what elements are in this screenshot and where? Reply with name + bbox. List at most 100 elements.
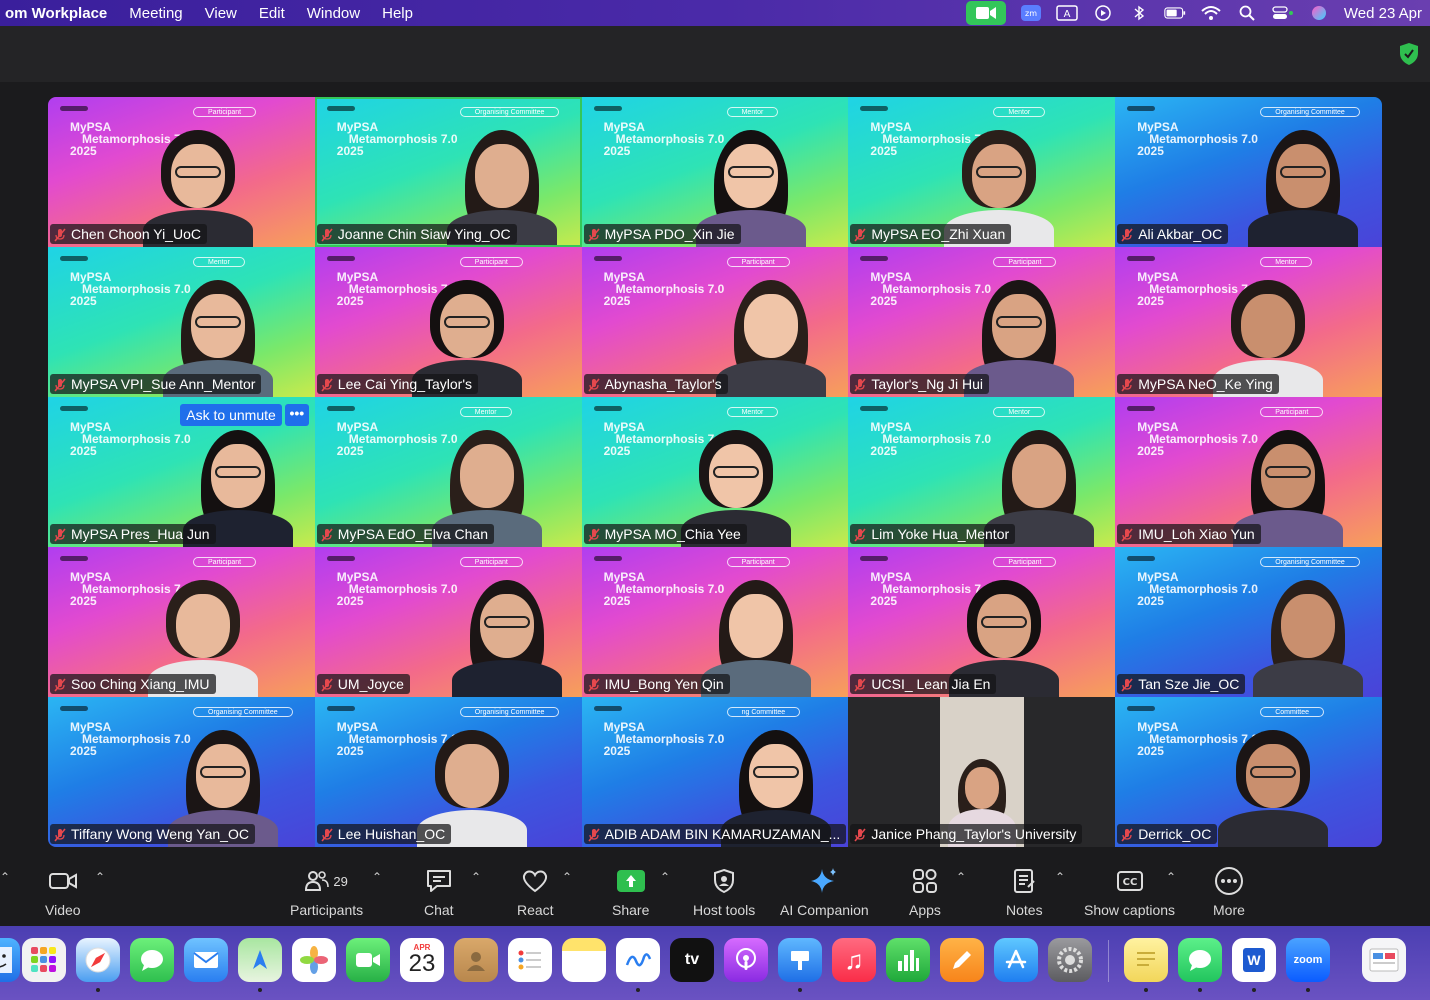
ai-companion-button[interactable]: AI Companion xyxy=(780,864,869,918)
video-tile[interactable]: MyPSA Metamorphosis 7.0 2025 Organising Com… xyxy=(48,697,315,847)
react-options-caret[interactable]: ⌃ xyxy=(562,870,572,884)
encryption-shield-icon[interactable] xyxy=(1398,42,1420,66)
bluetooth-icon[interactable] xyxy=(1128,4,1150,22)
share-button[interactable]: Share xyxy=(612,864,649,918)
host-tools-button[interactable]: Host tools xyxy=(693,864,755,918)
siri-icon[interactable] xyxy=(1308,4,1330,22)
participant-name-label: Tiffany Wong Weng Yan_OC xyxy=(50,824,255,844)
participant-name: Lee Huishan_OC xyxy=(337,826,446,842)
podcasts-icon[interactable] xyxy=(724,938,768,982)
ask-to-unmute-button[interactable]: Ask to unmute xyxy=(180,404,282,426)
participant-body xyxy=(451,660,562,697)
menu-meeting[interactable]: Meeting xyxy=(118,5,193,22)
finder-icon[interactable] xyxy=(0,938,20,982)
video-tile[interactable]: MyPSA Metamorphosis 7.0 2025 Participant Aby… xyxy=(581,247,849,397)
video-options-caret[interactable]: ⌃ xyxy=(95,870,105,884)
video-button[interactable]: Video xyxy=(45,864,81,918)
contacts-icon[interactable] xyxy=(454,938,498,982)
video-tile[interactable]: MyPSA Metamorphosis 7.0 2025 Committee Derri… xyxy=(1115,697,1382,847)
menu-app-name[interactable]: om Workplace xyxy=(0,5,118,22)
tv-icon[interactable]: tv xyxy=(670,938,714,982)
video-tile[interactable]: Janice Phang_Taylor's University xyxy=(848,697,1116,847)
safari-icon[interactable] xyxy=(76,938,120,982)
video-tile[interactable]: MyPSA Metamorphosis 7.0 2025 Participant IMU… xyxy=(581,547,849,697)
video-tile[interactable]: MyPSA Metamorphosis 7.0 2025 Participant UM_… xyxy=(314,547,582,697)
control-center-icon[interactable] xyxy=(1272,4,1294,22)
zoom-video-icon[interactable] xyxy=(965,1,1006,25)
facetime-icon[interactable] xyxy=(346,938,390,982)
video-tile[interactable]: MyPSA Metamorphosis 7.0 2025 Mentor MyPSA Ed… xyxy=(314,397,582,547)
messages-icon[interactable] xyxy=(130,938,174,982)
pages-icon[interactable] xyxy=(940,938,984,982)
menu-help[interactable]: Help xyxy=(371,5,424,22)
zoom-icon[interactable]: zoom xyxy=(1286,938,1330,982)
system-settings-icon[interactable] xyxy=(1048,938,1092,982)
participants-button[interactable]: 29 Participants xyxy=(290,864,363,918)
video-tile[interactable]: MyPSA Metamorphosis 7.0 2025 Participant Che… xyxy=(48,97,315,247)
mail-icon[interactable] xyxy=(184,938,228,982)
share-options-caret[interactable]: ⌃ xyxy=(660,870,670,884)
calendar-icon[interactable]: APR 23 xyxy=(400,938,444,982)
menu-window[interactable]: Window xyxy=(296,5,371,22)
tile-more-options-button[interactable]: ••• xyxy=(284,404,309,426)
input-source-icon[interactable]: A xyxy=(1056,4,1078,22)
video-tile[interactable]: MyPSA Metamorphosis 7.0 2025 Organising Com… xyxy=(314,697,582,847)
video-tile[interactable]: MyPSA Metamorphosis 7.0 2025 Mentor MyPSA MO… xyxy=(581,397,849,547)
video-tile[interactable]: MyPSA Metamorphosis 7.0 2025 Organising Com… xyxy=(314,97,582,247)
menu-edit[interactable]: Edit xyxy=(248,5,296,22)
keynote-icon[interactable] xyxy=(778,938,822,982)
react-button[interactable]: React xyxy=(517,864,554,918)
notes-options-caret[interactable]: ⌃ xyxy=(1055,870,1065,884)
participant-name-label: IMU_Loh Xiao Yun xyxy=(1117,524,1261,544)
apps-button[interactable]: Apps xyxy=(909,864,941,918)
video-tile[interactable]: MyPSA Metamorphosis 7.0 2025 Organising Com… xyxy=(1115,547,1382,697)
chat-button[interactable]: Chat xyxy=(424,864,454,918)
show-captions-button[interactable]: CC Show captions xyxy=(1084,864,1175,918)
audio-options-caret[interactable]: ⌃ xyxy=(0,870,10,884)
video-tile[interactable]: MyPSA Metamorphosis 7.0 2025 Mentor MyPSA Ne… xyxy=(1115,247,1382,397)
mic-muted-icon xyxy=(1121,677,1133,692)
menu-bar-clock[interactable]: Wed 23 Apr xyxy=(1344,5,1422,22)
video-tile[interactable]: MyPSA Metamorphosis 7.0 2025 ng Committee AD… xyxy=(581,697,849,847)
search-icon[interactable] xyxy=(1236,4,1258,22)
video-tile[interactable]: MyPSA Metamorphosis 7.0 2025 Participant IMU… xyxy=(1115,397,1382,547)
play-icon[interactable] xyxy=(1092,4,1114,22)
freeform-icon[interactable] xyxy=(616,938,660,982)
share-icon-wrap xyxy=(616,864,645,898)
app-store-icon[interactable] xyxy=(994,938,1038,982)
video-tile[interactable]: MyPSA Metamorphosis 7.0 2025 Participant UCS… xyxy=(848,547,1116,697)
notes-icon[interactable] xyxy=(562,938,606,982)
menu-view[interactable]: View xyxy=(194,5,248,22)
video-tile[interactable]: MyPSA Metamorphosis 7.0 2025 Participant Lee… xyxy=(314,247,582,397)
video-tile[interactable]: MyPSA Metamorphosis 7.0 2025 Mentor MyPSA VP… xyxy=(48,247,315,397)
maps-icon[interactable] xyxy=(238,938,282,982)
notes-button[interactable]: Notes xyxy=(1006,864,1043,918)
stickies-icon[interactable] xyxy=(1124,938,1168,982)
photos-icon[interactable] xyxy=(292,938,336,982)
video-tile[interactable]: MyPSA Metamorphosis 7.0 2025 Mentor Lim Yoke… xyxy=(848,397,1116,547)
music-icon[interactable]: ♫ xyxy=(832,938,876,982)
participants-options-caret[interactable]: ⌃ xyxy=(372,870,382,884)
role-badge: Mentor xyxy=(726,407,779,417)
reminders-icon[interactable] xyxy=(508,938,552,982)
video-tile[interactable]: MyPSA Metamorphosis 7.0 2025 Mentor MyPSA PD… xyxy=(581,97,849,247)
numbers-icon[interactable] xyxy=(886,938,930,982)
whatsapp-icon[interactable] xyxy=(1178,938,1222,982)
word-icon[interactable]: W xyxy=(1232,938,1276,982)
battery-icon[interactable] xyxy=(1164,4,1186,22)
captions-options-caret[interactable]: ⌃ xyxy=(1166,870,1176,884)
preview-icon[interactable] xyxy=(1362,938,1406,982)
chat-options-caret[interactable]: ⌃ xyxy=(471,870,481,884)
apps-options-caret[interactable]: ⌃ xyxy=(956,870,966,884)
more-button[interactable]: More xyxy=(1213,864,1245,918)
video-tile[interactable]: MyPSA Metamorphosis 7.0 2025 Organising Com… xyxy=(1115,97,1382,247)
wifi-icon[interactable] xyxy=(1200,4,1222,22)
participant-name: Derrick_OC xyxy=(1138,826,1212,842)
mic-muted-icon xyxy=(321,227,333,242)
zoom-icon[interactable]: zm xyxy=(1020,4,1042,22)
video-tile[interactable]: MyPSAMetamorphosis 7.02025MentorMyPSA Pr… xyxy=(48,397,315,547)
video-tile[interactable]: MyPSA Metamorphosis 7.0 2025 Participant Soo… xyxy=(48,547,315,697)
video-tile[interactable]: MyPSA Metamorphosis 7.0 2025 Mentor MyPSA EO… xyxy=(848,97,1116,247)
video-tile[interactable]: MyPSA Metamorphosis 7.0 2025 Participant Tay… xyxy=(848,247,1116,397)
launchpad-icon[interactable] xyxy=(22,938,66,982)
